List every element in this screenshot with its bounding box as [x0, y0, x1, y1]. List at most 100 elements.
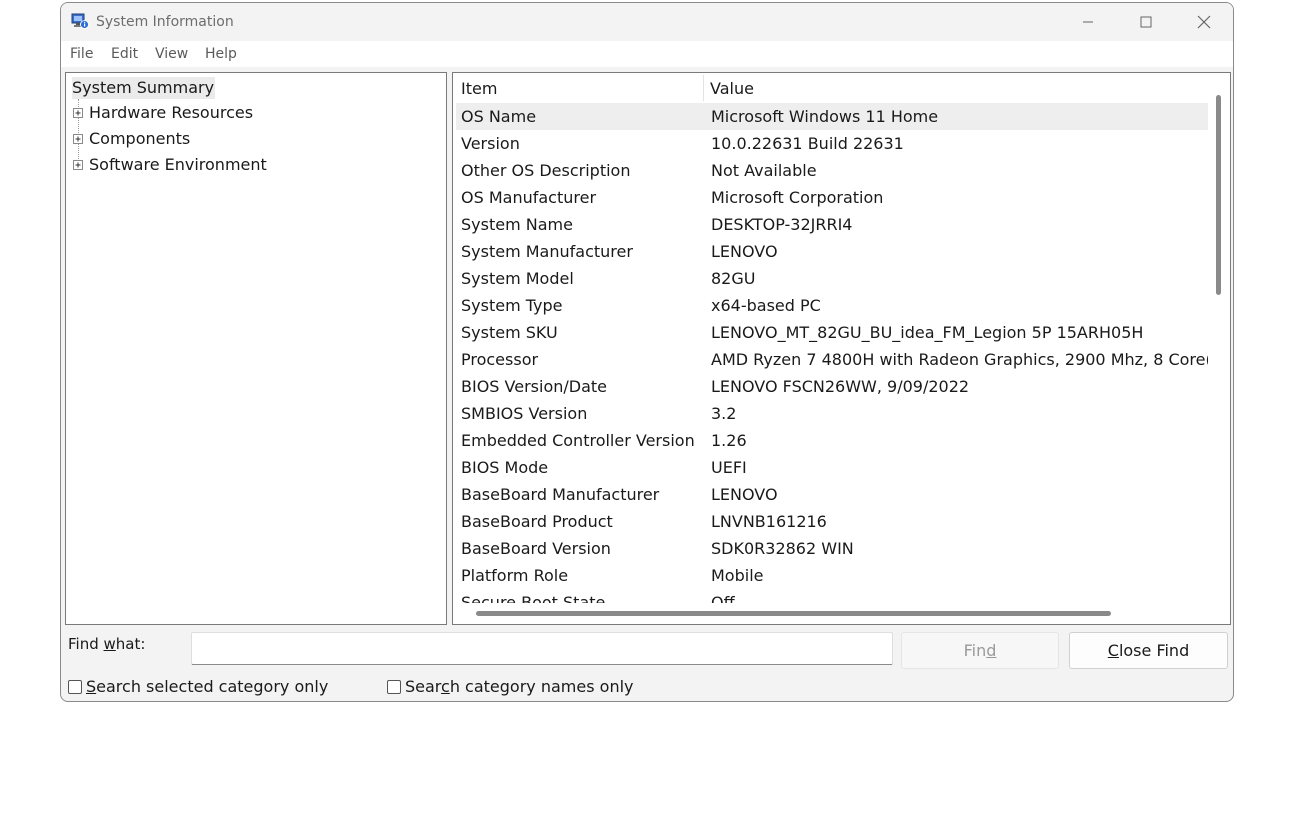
- table-row[interactable]: OS Manufacturer Microsoft Corporation: [456, 184, 1208, 211]
- cell-item: OS Manufacturer: [461, 188, 597, 207]
- menu-edit[interactable]: Edit: [111, 46, 138, 62]
- cell-item: System Manufacturer: [461, 242, 633, 261]
- table-row[interactable]: Version 10.0.22631 Build 22631: [456, 130, 1208, 157]
- table-row[interactable]: Processor AMD Ryzen 7 4800H with Radeon G…: [456, 346, 1208, 373]
- cell-value: x64-based PC: [711, 296, 821, 315]
- cell-value: UEFI: [711, 458, 747, 477]
- close-icon: [1197, 15, 1211, 29]
- table-row[interactable]: System Model 82GU: [456, 265, 1208, 292]
- table-row[interactable]: Secure Boot State Off: [456, 589, 1208, 603]
- cell-item: Processor: [461, 350, 539, 369]
- table-row[interactable]: System Type x64-based PC: [456, 292, 1208, 319]
- close-button[interactable]: [1175, 3, 1233, 41]
- cell-value: LENOVO FSCN26WW, 9/09/2022: [711, 377, 970, 396]
- cell-item: OS Name: [461, 107, 537, 126]
- table-row[interactable]: SMBIOS Version 3.2: [456, 400, 1208, 427]
- cell-value: AMD Ryzen 7 4800H with Radeon Graphics, …: [711, 350, 1208, 369]
- table-row[interactable]: BaseBoard Version SDK0R32862 WIN: [456, 535, 1208, 562]
- column-header-item[interactable]: Item: [461, 73, 497, 103]
- cell-value: LENOVO: [711, 242, 778, 261]
- cell-value: SDK0R32862 WIN: [711, 539, 854, 558]
- cell-value: Mobile: [711, 566, 764, 585]
- cell-value: 1.26: [711, 431, 747, 450]
- table-row[interactable]: OS Name Microsoft Windows 11 Home: [456, 103, 1208, 130]
- search-selected-category-checkbox[interactable]: Search selected category only: [68, 677, 328, 696]
- column-separator[interactable]: [703, 75, 704, 101]
- cell-value: LENOVO_MT_82GU_BU_idea_FM_Legion 5P 15AR…: [711, 323, 1144, 342]
- menu-file[interactable]: File: [70, 46, 93, 62]
- cell-item: System Type: [461, 296, 563, 315]
- cell-item: BIOS Mode: [461, 458, 549, 477]
- minimize-button[interactable]: [1059, 3, 1117, 41]
- checkbox-box[interactable]: [68, 679, 82, 694]
- find-what-input[interactable]: [191, 632, 893, 665]
- cell-value: Microsoft Windows 11 Home: [711, 107, 939, 126]
- tree-item-components[interactable]: Components: [73, 129, 190, 148]
- tree-item-system-summary[interactable]: System Summary: [72, 77, 216, 99]
- expand-plus-icon[interactable]: [73, 107, 83, 118]
- tree-item-software-environment[interactable]: Software Environment: [73, 155, 267, 174]
- tree-item-label: Hardware Resources: [89, 103, 254, 122]
- title-bar[interactable]: System Information: [61, 3, 1233, 41]
- window-title: System Information: [96, 14, 234, 30]
- menu-view[interactable]: View: [155, 46, 188, 62]
- checkbox-label: Search category names only: [405, 677, 634, 696]
- cell-item: Platform Role: [461, 566, 569, 585]
- cell-value: LNVNB161216: [711, 512, 827, 531]
- table-row[interactable]: System Manufacturer LENOVO: [456, 238, 1208, 265]
- cell-item: Other OS Description: [461, 161, 631, 180]
- table-row[interactable]: BaseBoard Manufacturer LENOVO: [456, 481, 1208, 508]
- details-list[interactable]: Item Value OS Name Microsoft Windows 11 H…: [452, 72, 1231, 625]
- cell-item: System SKU: [461, 323, 558, 342]
- table-row[interactable]: Other OS Description Not Available: [456, 157, 1208, 184]
- cell-value: 82GU: [711, 269, 756, 288]
- tree-item-label: Components: [89, 129, 191, 148]
- table-row[interactable]: Platform Role Mobile: [456, 562, 1208, 589]
- category-tree[interactable]: System Summary Hardware Resources Compon…: [65, 72, 447, 625]
- cell-item: Version: [461, 134, 520, 153]
- checkbox-label: Search selected category only: [86, 677, 329, 696]
- cell-item: SMBIOS Version: [461, 404, 588, 423]
- vertical-scrollbar-thumb[interactable]: [1216, 95, 1221, 295]
- close-find-button[interactable]: Close Find: [1069, 632, 1228, 669]
- menu-bar: File Edit View Help: [61, 41, 1233, 67]
- menu-help[interactable]: Help: [205, 46, 237, 62]
- cell-item: Embedded Controller Version: [461, 431, 695, 450]
- checkbox-box[interactable]: [387, 679, 401, 694]
- expand-plus-icon[interactable]: [73, 159, 83, 170]
- cell-item: BaseBoard Version: [461, 539, 611, 558]
- tree-item-label: Software Environment: [89, 155, 267, 174]
- search-category-names-checkbox[interactable]: Search category names only: [387, 677, 634, 696]
- table-row[interactable]: BaseBoard Product LNVNB161216: [456, 508, 1208, 535]
- table-row[interactable]: BIOS Version/Date LENOVO FSCN26WW, 9/09/2…: [456, 373, 1208, 400]
- cell-value: Not Available: [711, 161, 817, 180]
- details-rows: OS Name Microsoft Windows 11 Home Version 1…: [456, 103, 1208, 603]
- cell-item: System Model: [461, 269, 574, 288]
- cell-item: Secure Boot State: [461, 593, 606, 603]
- system-information-app-icon: [71, 13, 89, 29]
- cell-value: LENOVO: [711, 485, 778, 504]
- table-row[interactable]: BIOS Mode UEFI: [456, 454, 1208, 481]
- cell-value: Off: [711, 593, 735, 603]
- cell-item: BaseBoard Product: [461, 512, 613, 531]
- expand-plus-icon[interactable]: [73, 133, 83, 144]
- minimize-icon: [1083, 21, 1093, 23]
- maximize-icon: [1140, 16, 1152, 28]
- find-button[interactable]: Fin d: [901, 632, 1059, 669]
- column-header-value[interactable]: Value: [710, 73, 754, 103]
- cell-value: Microsoft Corporation: [711, 188, 884, 207]
- cell-item: BIOS Version/Date: [461, 377, 607, 396]
- system-information-window: System Information File Edit View Help S…: [60, 2, 1234, 702]
- cell-item: System Name: [461, 215, 573, 234]
- cell-item: BaseBoard Manufacturer: [461, 485, 660, 504]
- find-what-label: Find what:: [68, 635, 146, 653]
- maximize-button[interactable]: [1117, 3, 1175, 41]
- table-row[interactable]: Embedded Controller Version 1.26: [456, 427, 1208, 454]
- cell-value: 3.2: [711, 404, 737, 423]
- table-row[interactable]: System Name DESKTOP-32JRRI4: [456, 211, 1208, 238]
- table-row[interactable]: System SKU LENOVO_MT_82GU_BU_idea_FM_Legi…: [456, 319, 1208, 346]
- horizontal-scrollbar-thumb[interactable]: [476, 611, 1111, 616]
- tree-item-hardware-resources[interactable]: Hardware Resources: [73, 103, 253, 122]
- cell-value: 10.0.22631 Build 22631: [711, 134, 904, 153]
- cell-value: DESKTOP-32JRRI4: [711, 215, 853, 234]
